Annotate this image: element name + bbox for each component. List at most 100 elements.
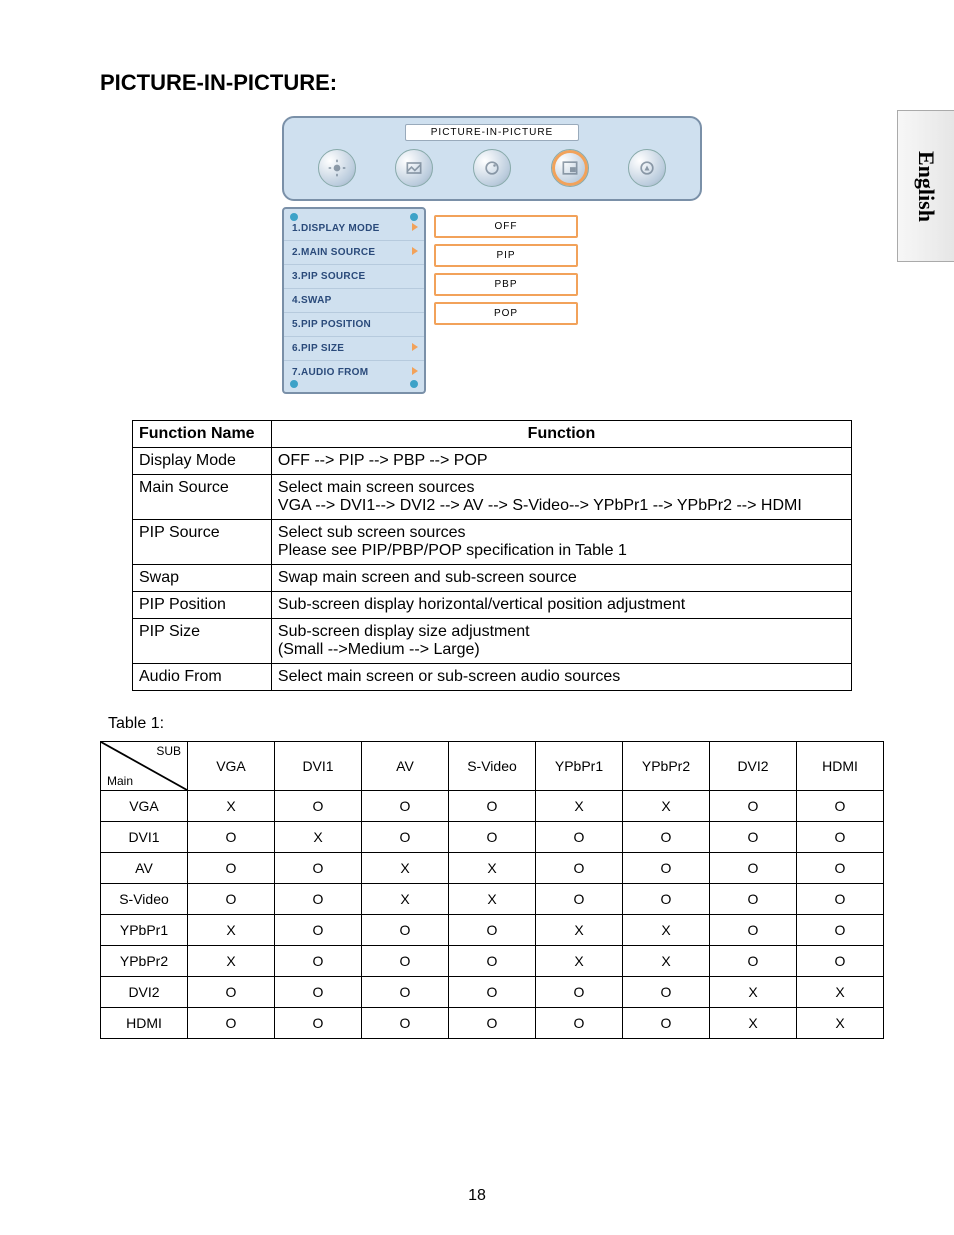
table-row: PIP SourceSelect sub screen sources Plea… (133, 520, 852, 565)
matrix-cell: X (362, 884, 449, 915)
matrix-cell: O (188, 822, 275, 853)
matrix-row: HDMIOOOOOOXX (101, 1008, 884, 1039)
func-name: Swap (133, 565, 272, 592)
matrix-cell: O (797, 791, 884, 822)
matrix-cell: X (188, 915, 275, 946)
matrix-cell: X (623, 915, 710, 946)
matrix-col-header: S-Video (449, 742, 536, 791)
matrix-col-header: YPbPr2 (623, 742, 710, 791)
osd-menu-item: 7.AUDIO FROM (284, 360, 424, 384)
matrix-cell: O (275, 946, 362, 977)
matrix-cell: O (536, 853, 623, 884)
matrix-cell: O (623, 884, 710, 915)
func-name: Display Mode (133, 448, 272, 475)
settings-icon (628, 149, 666, 187)
table-row: SwapSwap main screen and sub-screen sour… (133, 565, 852, 592)
matrix-cell: O (710, 946, 797, 977)
matrix-cell: O (536, 822, 623, 853)
func-desc: Sub-screen display horizontal/vertical p… (271, 592, 851, 619)
matrix-cell: X (623, 946, 710, 977)
table-row: Main SourceSelect main screen sources VG… (133, 475, 852, 520)
matrix-row-header: AV (101, 853, 188, 884)
matrix-cell: O (449, 915, 536, 946)
submenu-arrow-icon (412, 223, 418, 231)
func-desc: Select sub screen sources Please see PIP… (271, 520, 851, 565)
osd-menu-item: 4.SWAP (284, 288, 424, 312)
matrix-row: S-VideoOOXXOOOO (101, 884, 884, 915)
matrix-cell: O (710, 884, 797, 915)
matrix-col-header: DVI1 (275, 742, 362, 791)
matrix-col-header: HDMI (797, 742, 884, 791)
function-table: Function Name Function Display ModeOFF -… (132, 420, 852, 691)
matrix-row: YPbPr2XOOOXXOO (101, 946, 884, 977)
matrix-cell: O (188, 977, 275, 1008)
matrix-cell: O (623, 977, 710, 1008)
func-desc: Sub-screen display size adjustment (Smal… (271, 619, 851, 664)
table-row: Audio FromSelect main screen or sub-scre… (133, 664, 852, 691)
matrix-row: DVI1OXOOOOOO (101, 822, 884, 853)
matrix-corner: SUBMain (101, 742, 188, 791)
matrix-col-header: DVI2 (710, 742, 797, 791)
matrix-cell: O (275, 1008, 362, 1039)
func-name: PIP Size (133, 619, 272, 664)
func-desc: Select main screen or sub-screen audio s… (271, 664, 851, 691)
osd-menu-item: 1.DISPLAY MODE (284, 217, 424, 240)
matrix-cell: O (362, 915, 449, 946)
matrix-row: DVI2OOOOOOXX (101, 977, 884, 1008)
matrix-cell: O (449, 977, 536, 1008)
matrix-row: YPbPr1XOOOXXOO (101, 915, 884, 946)
matrix-cell: O (536, 884, 623, 915)
table1-label: Table 1: (108, 715, 884, 733)
matrix-cell: O (275, 884, 362, 915)
matrix-cell: X (710, 1008, 797, 1039)
page: PICTURE-IN-PICTURE: English PICTURE-IN-P… (0, 0, 954, 1235)
submenu-arrow-icon (412, 367, 418, 375)
matrix-cell: O (536, 977, 623, 1008)
matrix-cell: O (623, 853, 710, 884)
matrix-cell: X (797, 1008, 884, 1039)
matrix-cell: O (362, 946, 449, 977)
language-tab: English (897, 110, 954, 262)
matrix-cell: O (449, 822, 536, 853)
func-name: PIP Source (133, 520, 272, 565)
matrix-cell: O (623, 822, 710, 853)
osd-screenshot: PICTURE-IN-PICTURE 1.DISP (282, 116, 702, 394)
matrix-cell: O (188, 1008, 275, 1039)
matrix-cell: O (275, 977, 362, 1008)
matrix-cell: O (797, 946, 884, 977)
matrix-col-header: AV (362, 742, 449, 791)
matrix-row-header: YPbPr2 (101, 946, 188, 977)
osd-menu-item: 6.PIP SIZE (284, 336, 424, 360)
matrix-cell: X (623, 791, 710, 822)
osd-menu-item: 3.PIP SOURCE (284, 264, 424, 288)
matrix-cell: O (188, 853, 275, 884)
submenu-arrow-icon (412, 343, 418, 351)
matrix-cell: X (275, 822, 362, 853)
matrix-cell: O (188, 884, 275, 915)
osd-title: PICTURE-IN-PICTURE (405, 124, 579, 141)
osd-options: OFFPIPPBPPOP (434, 207, 702, 394)
matrix-cell: O (362, 977, 449, 1008)
matrix-col-header: YPbPr1 (536, 742, 623, 791)
matrix-cell: X (362, 853, 449, 884)
matrix-cell: X (797, 977, 884, 1008)
matrix-row-header: VGA (101, 791, 188, 822)
matrix-cell: O (797, 884, 884, 915)
matrix-cell: X (536, 791, 623, 822)
matrix-cell: O (536, 1008, 623, 1039)
func-desc: Select main screen sources VGA --> DVI1-… (271, 475, 851, 520)
matrix-cell: O (449, 946, 536, 977)
osd-icon-row (292, 149, 692, 187)
osd-menu-item: 5.PIP POSITION (284, 312, 424, 336)
osd-option: POP (434, 302, 578, 325)
matrix-cell: X (188, 791, 275, 822)
osd-body: 1.DISPLAY MODE2.MAIN SOURCE3.PIP SOURCE4… (282, 207, 702, 394)
matrix-cell: O (362, 791, 449, 822)
func-desc: Swap main screen and sub-screen source (271, 565, 851, 592)
matrix-cell: X (188, 946, 275, 977)
matrix-cell: X (449, 884, 536, 915)
table-row: PIP PositionSub-screen display horizonta… (133, 592, 852, 619)
func-name: Main Source (133, 475, 272, 520)
matrix-cell: O (623, 1008, 710, 1039)
matrix-cell: O (275, 853, 362, 884)
